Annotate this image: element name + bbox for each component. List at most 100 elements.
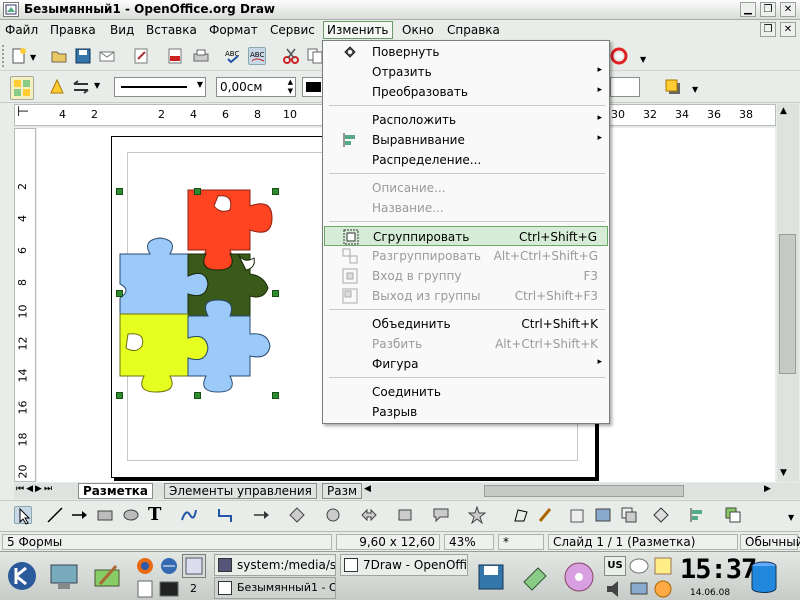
vertical-scrollbar[interactable]: ▲ ▼	[777, 104, 799, 482]
kwrite-icon[interactable]	[134, 579, 156, 599]
menu-item-distribution[interactable]: Распределение...	[324, 150, 608, 170]
menu-item-description[interactable]: Описание...	[324, 178, 608, 198]
scroll-right-icon[interactable]: ▶	[764, 484, 771, 494]
line-width-field[interactable]: 0,00см ▲ ▼	[216, 77, 296, 97]
menu-edit[interactable]: Правка	[50, 23, 96, 37]
close-button[interactable]: ✕	[780, 2, 796, 17]
autospellcheck-icon[interactable]: ABC	[248, 47, 266, 65]
scroll-up-icon[interactable]: ▲	[780, 106, 787, 116]
task-untitled-active[interactable]: Безымянный1 - Оpen	[214, 577, 336, 599]
tab-stop-icon[interactable]: ⊢	[17, 104, 29, 120]
line-style-select[interactable]: ▼	[114, 77, 206, 97]
vertical-ruler[interactable]: 2 4 6 8 10 12 14 16 18 20	[14, 128, 36, 482]
minimize-button[interactable]: ▁	[740, 2, 756, 17]
firefox-icon[interactable]	[134, 556, 156, 576]
toolbar-more-icon[interactable]: ▼	[640, 55, 646, 64]
save-tray-icon[interactable]	[476, 562, 506, 592]
kopete-icon[interactable]	[628, 556, 650, 576]
menu-item-convert[interactable]: Преобразовать ▸	[324, 82, 608, 102]
fontwork-icon[interactable]	[568, 506, 586, 524]
selection-handle[interactable]	[194, 188, 201, 195]
selection-handle[interactable]	[272, 290, 279, 297]
line-icon[interactable]	[48, 78, 66, 96]
scroll-left-icon[interactable]: ◀	[364, 484, 371, 494]
menu-item-name[interactable]: Название...	[324, 198, 608, 218]
points-icon[interactable]	[512, 506, 530, 524]
menu-item-ungroup[interactable]: Разгруппировать Alt+Ctrl+Shift+G	[324, 246, 608, 266]
tab-layout[interactable]: Разметка	[78, 483, 154, 499]
open-icon[interactable]	[50, 47, 68, 65]
alignment-icon[interactable]	[688, 506, 706, 524]
menu-item-split[interactable]: Разбить Alt+Ctrl+Shift+K	[324, 334, 608, 354]
effects-icon[interactable]	[652, 506, 670, 524]
lines-arrows-icon[interactable]	[252, 506, 270, 524]
text-tool-icon[interactable]: T	[148, 504, 166, 525]
print-icon[interactable]	[192, 47, 210, 65]
arrange-icon[interactable]	[724, 506, 742, 524]
maximize-button[interactable]: ❐	[760, 2, 776, 17]
basic-shapes-icon[interactable]	[288, 506, 306, 524]
arrow-style-dropdown-icon[interactable]: ▼	[94, 81, 100, 90]
styles-icon[interactable]	[10, 76, 34, 100]
menu-insert[interactable]: Вставка	[146, 23, 197, 37]
shadow-icon[interactable]	[664, 78, 682, 96]
selection-handle[interactable]	[116, 392, 123, 399]
app-icon[interactable]	[3, 2, 19, 17]
cd-player-icon[interactable]	[562, 560, 596, 594]
menu-item-rotate[interactable]: Повернуть	[324, 42, 608, 62]
block-arrows-icon[interactable]	[360, 506, 378, 524]
menu-item-enter-group[interactable]: Вход в группу F3	[324, 266, 608, 286]
arrow-line-icon[interactable]	[70, 506, 88, 524]
new-document-icon[interactable]	[10, 47, 28, 65]
menu-modify[interactable]: Изменить	[323, 21, 393, 39]
menu-format[interactable]: Формат	[209, 23, 258, 37]
ellipse-icon[interactable]	[122, 506, 140, 524]
network-icon[interactable]	[628, 579, 650, 599]
area-select[interactable]	[610, 77, 640, 97]
menu-window[interactable]: Окно	[402, 23, 434, 37]
menu-item-shapes[interactable]: Фигура ▸	[324, 354, 608, 374]
update-icon[interactable]	[652, 579, 674, 599]
menu-item-exit-group[interactable]: Выход из группы Ctrl+Shift+F3	[324, 286, 608, 306]
menu-view[interactable]: Вид	[110, 23, 134, 37]
line-tool-icon[interactable]	[46, 506, 64, 524]
storage-icon[interactable]	[748, 560, 780, 594]
spin-icon[interactable]: ▲ ▼	[288, 78, 293, 96]
email-icon[interactable]	[98, 47, 116, 65]
status-zoom[interactable]: 43%	[444, 534, 494, 550]
drawtb-more-icon[interactable]: ▼	[788, 513, 794, 522]
stars-icon[interactable]	[467, 505, 487, 525]
desktop-number[interactable]: 2	[190, 582, 197, 595]
select-arrow-icon[interactable]	[14, 506, 32, 525]
keyboard-layout[interactable]: US	[604, 556, 626, 576]
menu-item-flip[interactable]: Отразить ▸	[324, 62, 608, 82]
selection-handle[interactable]	[116, 290, 123, 297]
flowchart-icon[interactable]	[396, 506, 414, 524]
tab-nav-icon[interactable]: ⏮◀▶⏭	[16, 484, 54, 494]
task-draw[interactable]: 7Draw - OpenOffic	[340, 554, 468, 576]
window-titlebar[interactable]: Безымянный1 - OpenOffice.org Draw ▁ ❐ ✕	[0, 0, 800, 20]
selection-handle[interactable]	[272, 392, 279, 399]
rectangle-icon[interactable]	[96, 506, 114, 524]
cut-icon[interactable]	[282, 47, 300, 65]
edit-file-icon[interactable]	[132, 47, 150, 65]
from-file-icon[interactable]	[594, 506, 612, 524]
control-center-icon[interactable]	[92, 562, 124, 592]
toolbar-grip[interactable]	[2, 45, 6, 67]
connector-icon[interactable]	[216, 506, 234, 524]
selection-handle[interactable]	[272, 188, 279, 195]
spellcheck-icon[interactable]: ABC	[224, 47, 242, 65]
glue-points-icon[interactable]	[536, 506, 554, 524]
save-icon[interactable]	[74, 47, 92, 65]
help-icon[interactable]	[610, 47, 628, 65]
doc-restore-button[interactable]: ❐	[760, 22, 776, 37]
task-system-media[interactable]: system:/media/sd	[214, 554, 336, 576]
clock-time[interactable]: 15:37	[680, 554, 757, 586]
desktop-pager-icon[interactable]	[182, 554, 206, 578]
menu-item-alignment[interactable]: Выравнивание ▸	[324, 130, 608, 150]
new-dropdown-icon[interactable]: ▼	[30, 53, 36, 62]
volume-icon[interactable]	[604, 579, 626, 599]
vertical-scroll-thumb[interactable]	[779, 234, 796, 374]
chevron-down-icon[interactable]: ▼	[197, 80, 203, 89]
arrow-style-icon[interactable]	[72, 78, 90, 96]
